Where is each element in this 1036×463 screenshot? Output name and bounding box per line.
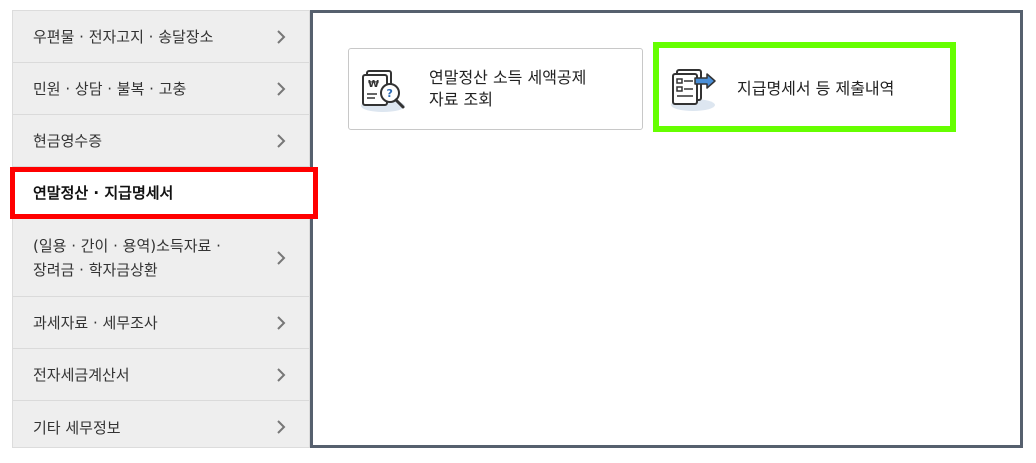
sidebar-item-label: 연말정산 · 지급명세서	[33, 184, 174, 202]
tax-document-search-icon: ₩ ?	[361, 70, 405, 112]
year-end-deduction-lookup-button[interactable]: ₩ ? 연말정산 소득 세액공제 자료 조회	[348, 48, 643, 130]
sidebar-item-civil-complaint[interactable]: 민원 · 상담 · 불복 · 고충	[13, 63, 309, 115]
sidebar-menu: 우편물 · 전자고지 · 송달장소 민원 · 상담 · 불복 · 고충 현금영수…	[10, 10, 318, 448]
sidebar-item-label: 과세자료 · 세무조사	[33, 314, 158, 332]
sidebar-item-year-end-settlement[interactable]: 연말정산 · 지급명세서	[10, 167, 318, 219]
svg-text:?: ?	[387, 87, 393, 100]
sidebar-item-cash-receipt[interactable]: 현금영수증	[13, 115, 309, 167]
sidebar-item-label: (일용 · 간이 · 용역)소득자료 · 장려금 · 학자금상환	[33, 236, 221, 279]
chevron-right-icon	[277, 250, 286, 265]
sidebar-item-e-tax-invoice[interactable]: 전자세금계산서	[13, 349, 309, 401]
chevron-right-icon	[277, 29, 286, 44]
document-submit-icon	[671, 69, 716, 111]
sidebar-item-label: 민원 · 상담 · 불복 · 고충	[33, 80, 187, 98]
card-label: 연말정산 소득 세액공제 자료 조회	[429, 68, 587, 109]
submenu-panel: ₩ ? 연말정산 소득 세액공제 자료 조회 지급명세서 등 제출내역	[310, 10, 1023, 448]
payment-statement-submission-button[interactable]: 지급명세서 등 제출내역	[653, 42, 956, 132]
card-label: 지급명세서 등 제출내역	[737, 79, 895, 98]
app-root: 우편물 · 전자고지 · 송달장소 민원 · 상담 · 불복 · 고충 현금영수…	[0, 0, 1036, 463]
sidebar-item-label: 기타 세무정보	[33, 418, 121, 437]
sidebar-item-income-data[interactable]: (일용 · 간이 · 용역)소득자료 · 장려금 · 학자금상환	[13, 219, 309, 297]
sidebar-item-mail-notice[interactable]: 우편물 · 전자고지 · 송달장소	[13, 11, 309, 63]
sidebar-item-label: 전자세금계산서	[33, 366, 130, 384]
chevron-right-icon	[277, 315, 286, 330]
sidebar-item-label: 현금영수증	[33, 132, 103, 150]
sidebar-item-other-tax-info[interactable]: 기타 세무정보	[13, 401, 309, 453]
chevron-right-icon	[277, 133, 286, 148]
chevron-right-icon	[277, 81, 286, 96]
svg-text:₩: ₩	[368, 79, 379, 90]
chevron-right-icon	[277, 420, 286, 434]
sidebar-item-tax-audit[interactable]: 과세자료 · 세무조사	[13, 297, 309, 349]
sidebar-item-label: 우편물 · 전자고지 · 송달장소	[33, 28, 214, 46]
chevron-right-icon	[277, 367, 286, 382]
